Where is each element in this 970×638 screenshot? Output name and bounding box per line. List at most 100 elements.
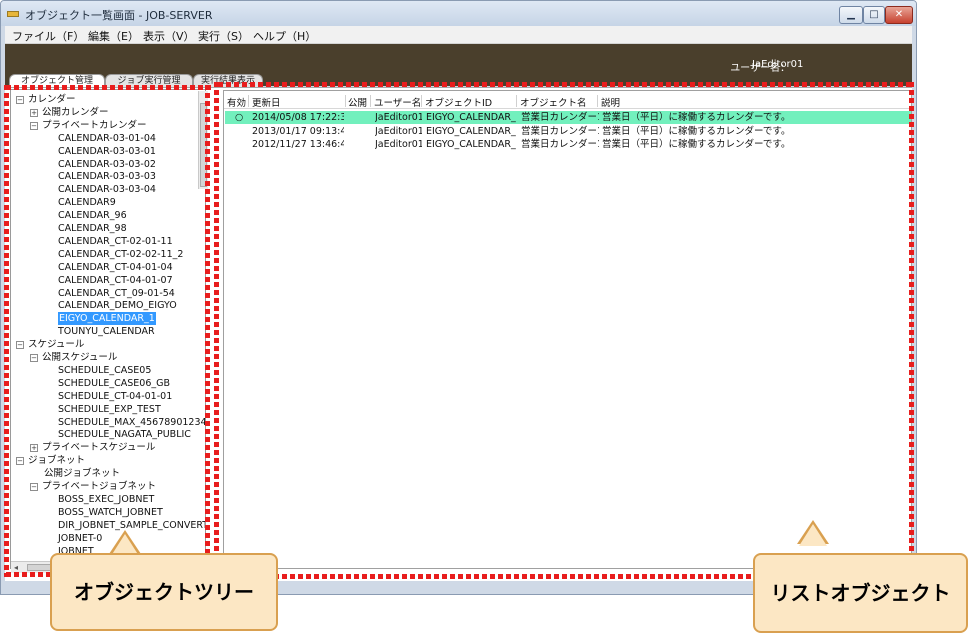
list-highlight-border	[214, 82, 219, 579]
tree-item-label: CALENDAR_CT_09-01-54	[58, 287, 175, 299]
table-cell-description: 営業日（平日）に稼働するカレンダーです。	[602, 125, 791, 137]
maximize-button[interactable]: □	[863, 6, 885, 24]
tree-item-label: CALENDAR_CT-04-01-07	[58, 274, 173, 286]
menu-view[interactable]: 表示（V）	[143, 28, 195, 44]
collapse-icon[interactable]: −	[30, 354, 38, 362]
tree-leaf[interactable]: CALENDAR-03-03-04	[58, 183, 156, 196]
menu-run[interactable]: 実行（S）	[198, 28, 249, 44]
tree-leaf[interactable]: BOSS_WATCH_JOBNET	[58, 506, 163, 519]
tree-node[interactable]: − カレンダー	[16, 93, 76, 106]
column-header-valid[interactable]: 有効	[227, 95, 246, 109]
tree-item-label: SCHEDULE_CASE05	[58, 364, 152, 376]
tree-leaf[interactable]: CALENDAR-03-01-04	[58, 132, 156, 145]
list-highlight-border	[218, 82, 914, 87]
tree-item-label: スケジュール	[28, 339, 85, 351]
table-cell-object-id: EIGYO_CALENDAR_1	[426, 125, 516, 137]
expand-icon[interactable]: +	[30, 108, 38, 117]
collapse-icon[interactable]: −	[16, 457, 24, 466]
tree-item-label: プライベートスケジュール	[42, 442, 156, 454]
tree-node[interactable]: − プライベートジョブネット	[30, 480, 156, 493]
close-button[interactable]: ✕	[885, 6, 913, 24]
column-header-public[interactable]: 公開	[348, 95, 367, 109]
tree-leaf[interactable]: JOBNET-0	[58, 532, 102, 545]
tree-item-label: 公開スケジュール	[42, 352, 118, 363]
tree-leaf[interactable]: SCHEDULE_MAX_4567890123456	[58, 416, 205, 429]
window-title: オブジェクト一覧画面 - JOB-SERVER	[25, 9, 213, 22]
tree-item-label: プライベートカレンダー	[42, 119, 147, 131]
menu-edit[interactable]: 編集（E）	[88, 28, 139, 44]
tree-leaf[interactable]: CALENDAR_96	[58, 209, 127, 222]
tree-leaf[interactable]: SCHEDULE_CASE05	[58, 364, 151, 377]
column-header-description[interactable]: 説明	[601, 95, 620, 109]
tree-leaf[interactable]: SCHEDULE_NAGATA_PUBLIC	[58, 428, 191, 441]
header-band: ユーザー名： JaEditor01	[5, 44, 912, 74]
table-cell-object-id: EIGYO_CALENDAR_1	[426, 112, 516, 123]
tree-node[interactable]: − プライベートカレンダー	[30, 119, 147, 132]
title-bar[interactable]: オブジェクト一覧画面 - JOB-SERVER ▁ □ ✕	[1, 1, 916, 26]
menu-help[interactable]: ヘルプ（H）	[253, 28, 316, 44]
tree-node[interactable]: − 公開スケジュール	[30, 351, 117, 364]
tree-leaf[interactable]: EIGYO_CALENDAR_1	[58, 312, 156, 326]
table-cell-updated: 2014/05/08 17:22:37	[252, 112, 344, 123]
tree-leaf[interactable]: SCHEDULE_CASE06_GB	[58, 377, 170, 390]
tree-leaf[interactable]: CALENDAR-03-03-02	[58, 158, 156, 171]
table-cell-user: JaEditor01	[375, 112, 422, 123]
tree-node[interactable]: − ジョブネット	[16, 454, 85, 467]
column-header-object-name[interactable]: オブジェクト名	[520, 95, 587, 109]
tree-node[interactable]: + 公開カレンダー	[30, 106, 109, 119]
tree-leaf[interactable]: BOSS_EXEC_JOBNET	[58, 493, 154, 506]
menu-file[interactable]: ファイル（F）	[12, 28, 84, 44]
tree-leaf[interactable]: CALENDAR-03-03-03	[58, 170, 156, 183]
tree-leaf[interactable]: SCHEDULE_CT-04-01-01	[58, 390, 172, 403]
collapse-icon[interactable]: −	[30, 483, 38, 491]
table-row[interactable]: 2013/01/17 09:13:43 JaEditor01 EIGYO_CALEN…	[225, 125, 911, 138]
callout-object-tree: オブジェクトツリー	[50, 553, 278, 631]
tree-item-label: CALENDAR-03-03-03	[58, 171, 156, 183]
tree-leaf[interactable]: SCHEDULE_EXP_TEST	[58, 403, 161, 416]
tree-item-label: CALENDAR_CT-02-01-11	[58, 235, 173, 247]
collapse-icon[interactable]: −	[16, 341, 24, 350]
table-cell-description: 営業日（平日）に稼働するカレンダーです。	[602, 112, 791, 123]
tree-node[interactable]: + プライベートスケジュール	[30, 441, 155, 454]
tree-leaf[interactable]: TOUNYU_CALENDAR	[58, 325, 155, 338]
tree-item-label: CALENDAR_CT-02-02-11_2	[58, 248, 184, 260]
table-row[interactable]: 2012/11/27 13:46:41 JaEditor01 EIGYO_CALEN…	[225, 138, 911, 151]
tree-item-label: CALENDAR9	[58, 197, 116, 209]
scroll-left-icon[interactable]: ◂	[14, 563, 18, 572]
tree-item-label: CALENDAR_98	[58, 223, 127, 234]
table-row[interactable]: ○ 2014/05/08 17:22:37 JaEditor01 EIGYO_CALE…	[225, 111, 911, 124]
expand-icon[interactable]: +	[30, 444, 38, 453]
callout-arrow	[799, 524, 827, 546]
object-tree: − カレンダー + 公開カレンダー − プライベートカレンダー CALENDAR-03-01…	[10, 89, 206, 569]
column-header-updated[interactable]: 更新日	[252, 95, 281, 109]
table-cell-valid: ○	[235, 112, 244, 123]
tree-leaf[interactable]: CALENDAR9	[58, 196, 116, 209]
collapse-icon[interactable]: −	[30, 121, 38, 130]
tree-leaf[interactable]: CALENDAR_CT-04-01-07	[58, 274, 173, 287]
table-cell-object-name: 営業日カレンダー1	[521, 112, 599, 123]
collapse-icon[interactable]: −	[16, 96, 24, 104]
tree-leaf[interactable]: 公開ジョブネット	[44, 467, 120, 480]
tree-item-label: TOUNYU_CALENDAR	[58, 326, 155, 338]
tree-leaf[interactable]: CALENDAR_CT-04-01-04	[58, 261, 173, 274]
tree-node[interactable]: − スケジュール	[16, 338, 84, 351]
table-cell-object-id: EIGYO_CALENDAR_1	[426, 139, 516, 150]
tree-leaf[interactable]: CALENDAR_DEMO_EIGYO	[58, 299, 177, 312]
column-header-user[interactable]: ユーザー名	[374, 95, 421, 109]
column-header-object-id[interactable]: オブジェクトID	[425, 95, 492, 109]
tree-leaf[interactable]: CALENDAR_98	[58, 222, 127, 235]
table-cell-description: 営業日（平日）に稼働するカレンダーです。	[602, 139, 791, 150]
tree-highlight-border	[4, 85, 9, 577]
table-cell-object-name: 営業日カレンダー1	[521, 139, 599, 150]
table-cell-user: JaEditor01	[375, 125, 422, 137]
tree-item-label: SCHEDULE_CASE06_GB	[58, 377, 171, 389]
tree-leaf[interactable]: CALENDAR_CT_09-01-54	[58, 287, 175, 300]
tree-item-label: CALENDAR_DEMO_EIGYO	[58, 300, 177, 312]
tree-leaf[interactable]: CALENDAR_CT-02-02-11_2	[58, 248, 183, 261]
tree-leaf[interactable]: CALENDAR-03-03-01	[58, 145, 156, 158]
tree-item-label: ジョブネット	[28, 455, 86, 467]
tree-item-label: CALENDAR-03-03-02	[58, 158, 156, 170]
minimize-button[interactable]: ▁	[839, 6, 863, 24]
page: オブジェクト一覧画面 - JOB-SERVER ▁ □ ✕ ファイル（F） 編集…	[0, 0, 970, 638]
tree-leaf[interactable]: CALENDAR_CT-02-01-11	[58, 235, 173, 248]
